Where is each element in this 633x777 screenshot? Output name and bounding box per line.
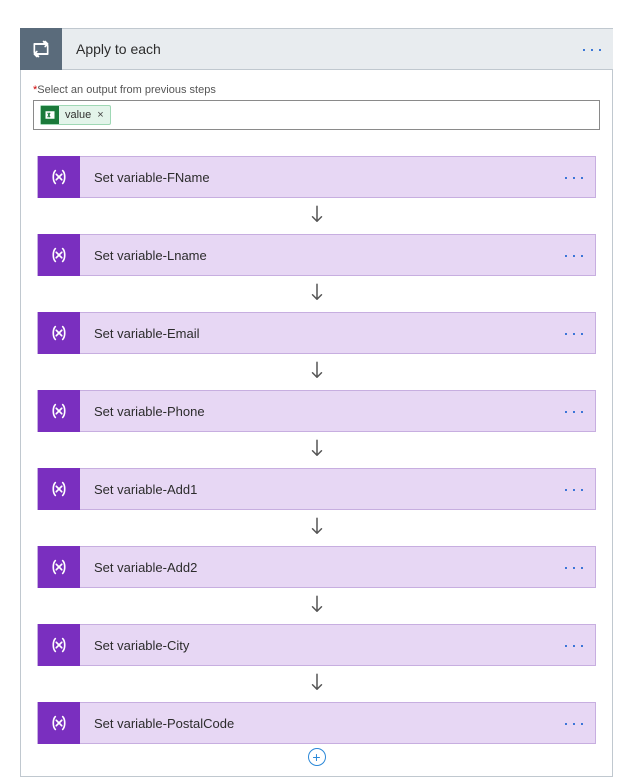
step-label: Set variable-FName — [80, 170, 555, 185]
step-connector — [308, 510, 326, 546]
steps-container: Set variable-FName ··· Set variable-Lnam… — [33, 156, 600, 766]
variable-icon — [38, 546, 80, 588]
step-label: Set variable-Email — [80, 326, 555, 341]
variable-icon — [38, 156, 80, 198]
variable-icon — [38, 390, 80, 432]
step-set-variable-email[interactable]: Set variable-Email ··· — [37, 312, 596, 354]
add-step-button[interactable]: + — [308, 748, 326, 766]
step-connector — [308, 666, 326, 702]
step-more-button[interactable]: ··· — [555, 479, 595, 500]
header-more-button[interactable]: ··· — [573, 39, 613, 60]
step-connector — [308, 354, 326, 390]
excel-icon — [41, 106, 59, 124]
step-label: Set variable-Add2 — [80, 560, 555, 575]
step-more-button[interactable]: ··· — [555, 245, 595, 266]
step-more-button[interactable]: ··· — [555, 635, 595, 656]
step-connector — [308, 276, 326, 312]
step-label: Set variable-City — [80, 638, 555, 653]
step-set-variable-city[interactable]: Set variable-City ··· — [37, 624, 596, 666]
value-token[interactable]: value × — [40, 105, 111, 125]
step-more-button[interactable]: ··· — [555, 557, 595, 578]
step-label: Set variable-Add1 — [80, 482, 555, 497]
variable-icon — [38, 468, 80, 510]
selector-label-text: Select an output from previous steps — [37, 84, 216, 96]
output-selector-input[interactable]: value × — [33, 100, 600, 130]
selector-label: *Select an output from previous steps — [33, 84, 600, 96]
step-connector — [308, 198, 326, 234]
step-set-variable-postalcode[interactable]: Set variable-PostalCode ··· — [37, 702, 596, 744]
step-set-variable-add1[interactable]: Set variable-Add1 ··· — [37, 468, 596, 510]
step-more-button[interactable]: ··· — [555, 401, 595, 422]
variable-icon — [38, 702, 80, 744]
variable-icon — [38, 312, 80, 354]
step-more-button[interactable]: ··· — [555, 167, 595, 188]
step-set-variable-add2[interactable]: Set variable-Add2 ··· — [37, 546, 596, 588]
header-title: Apply to each — [62, 41, 573, 57]
step-connector — [308, 432, 326, 468]
step-more-button[interactable]: ··· — [555, 713, 595, 734]
step-set-variable-fname[interactable]: Set variable-FName ··· — [37, 156, 596, 198]
step-label: Set variable-Lname — [80, 248, 555, 263]
token-remove-icon[interactable]: × — [97, 109, 103, 121]
loop-icon — [20, 28, 62, 70]
step-more-button[interactable]: ··· — [555, 323, 595, 344]
step-set-variable-lname[interactable]: Set variable-Lname ··· — [37, 234, 596, 276]
step-set-variable-phone[interactable]: Set variable-Phone ··· — [37, 390, 596, 432]
step-label: Set variable-Phone — [80, 404, 555, 419]
token-label: value — [65, 109, 91, 121]
step-label: Set variable-PostalCode — [80, 716, 555, 731]
variable-icon — [38, 234, 80, 276]
apply-to-each-header[interactable]: Apply to each ··· — [20, 28, 613, 70]
variable-icon — [38, 624, 80, 666]
flow-entry-arrow — [0, 0, 633, 28]
step-connector — [308, 588, 326, 624]
apply-to-each-body: *Select an output from previous steps va… — [20, 70, 613, 777]
